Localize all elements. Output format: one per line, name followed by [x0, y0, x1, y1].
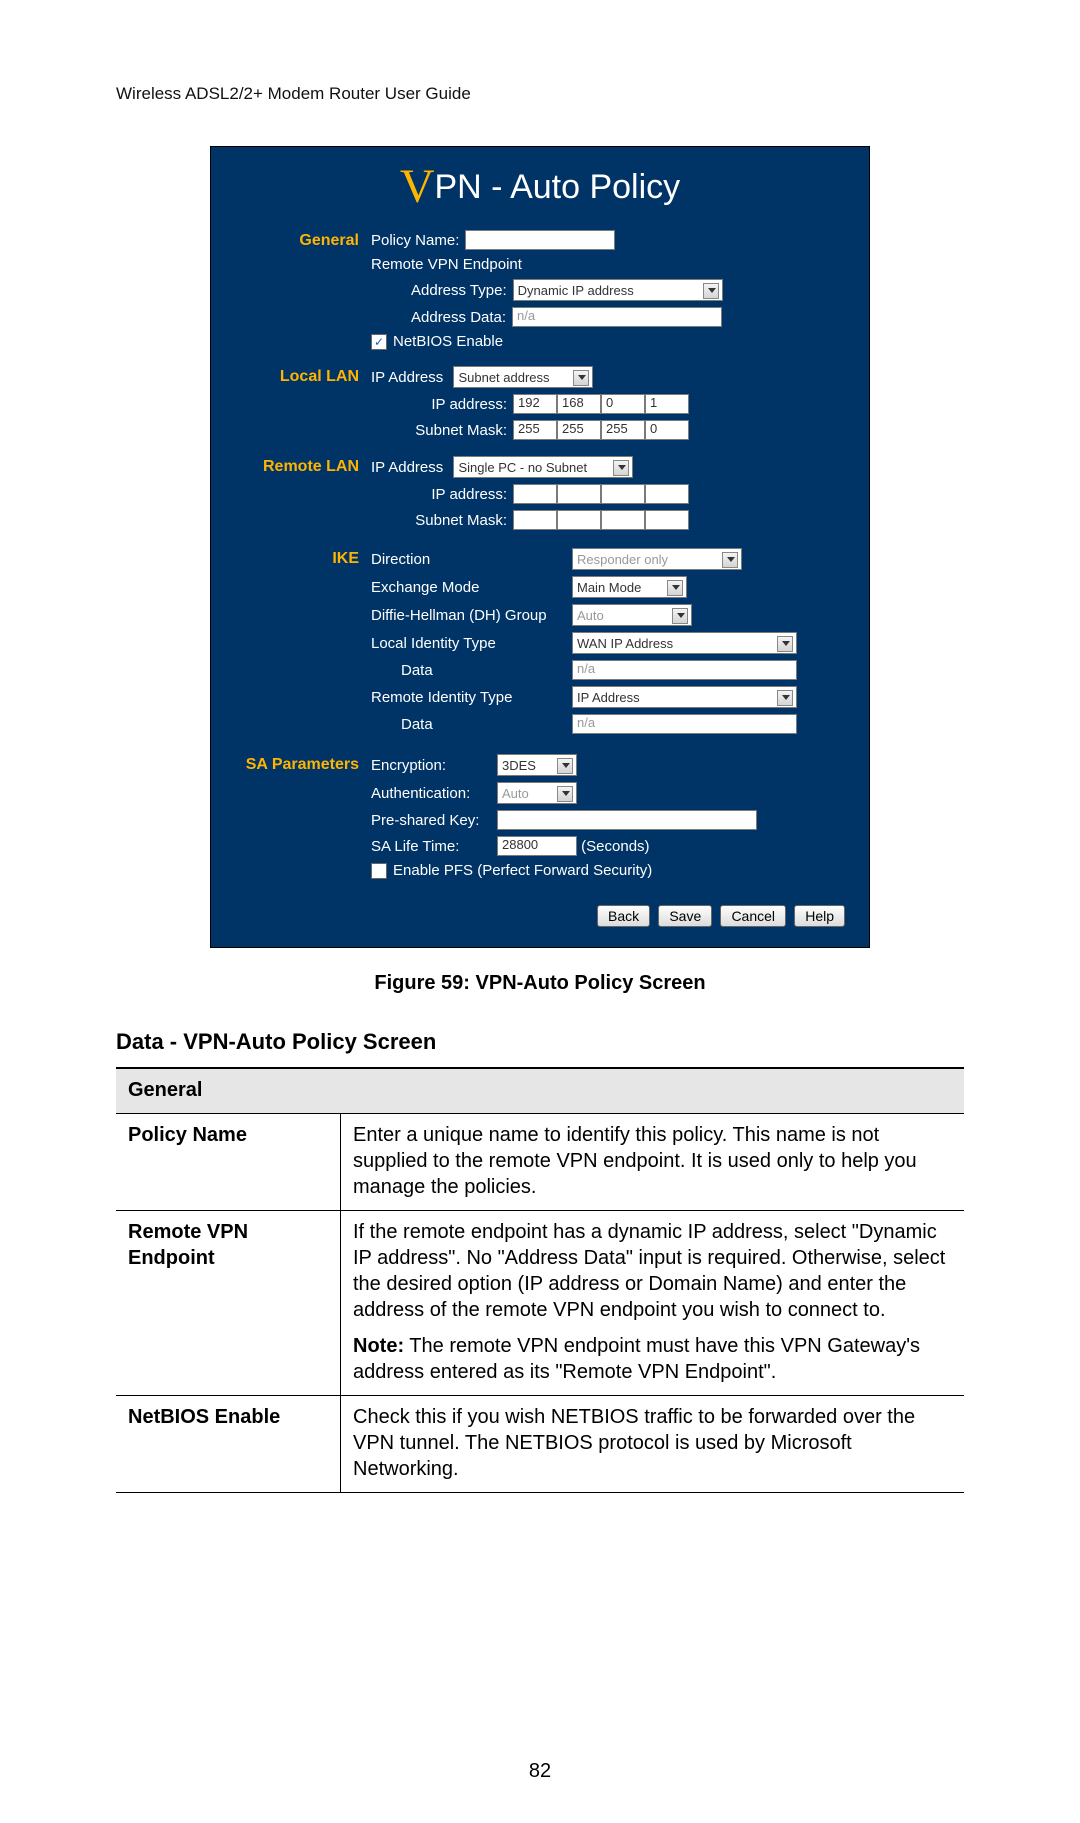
- sa-auth-label: Authentication:: [371, 785, 491, 802]
- local-lan-mask-label: Subnet Mask:: [411, 422, 507, 439]
- section-general-label: General: [229, 230, 371, 250]
- remote-lan-ipaddr-label: IP address:: [411, 486, 507, 503]
- local-mask-octet[interactable]: 255: [557, 420, 601, 440]
- sa-life-unit: (Seconds): [581, 838, 649, 855]
- screenshot-title: VPN - Auto Policy: [211, 147, 869, 230]
- local-lan-ipaddr-type-select[interactable]: Subnet address: [453, 366, 593, 388]
- local-lan-ipaddr-label: IP address:: [411, 396, 507, 413]
- ike-dh-select[interactable]: Auto: [572, 604, 692, 626]
- description-table: General Policy NameEnter a unique name t…: [116, 1067, 964, 1493]
- table-term: Policy Name: [116, 1114, 341, 1211]
- local-mask-octet[interactable]: 0: [645, 420, 689, 440]
- table-definition: If the remote endpoint has a dynamic IP …: [341, 1211, 965, 1396]
- remote-mask-octet[interactable]: [601, 510, 645, 530]
- sa-pfs-checkbox[interactable]: ✓: [371, 863, 387, 879]
- local-mask-octet[interactable]: 255: [601, 420, 645, 440]
- chevron-down-icon: [677, 613, 685, 618]
- chevron-down-icon: [562, 791, 570, 796]
- remote-ip-octet[interactable]: [601, 484, 645, 504]
- title-initial: V: [400, 160, 435, 213]
- address-data-label: Address Data:: [411, 309, 506, 326]
- save-button[interactable]: Save: [658, 905, 712, 927]
- local-ip-octet[interactable]: 168: [557, 394, 601, 414]
- sa-encryption-select[interactable]: 3DES: [497, 754, 577, 776]
- remote-ip-octet[interactable]: [513, 484, 557, 504]
- remote-mask-octet[interactable]: [513, 510, 557, 530]
- vpn-auto-policy-screenshot: VPN - Auto Policy General Policy Name: R…: [210, 146, 870, 948]
- sa-life-input[interactable]: 28800: [497, 836, 577, 856]
- remote-lan-ipaddr-type-label: IP Address: [371, 459, 443, 476]
- policy-name-label: Policy Name:: [371, 232, 459, 249]
- ike-remote-id-type-select[interactable]: IP Address: [572, 686, 797, 708]
- table-header-general: General: [116, 1068, 964, 1114]
- local-ip-octet[interactable]: 192: [513, 394, 557, 414]
- data-section-heading: Data - VPN-Auto Policy Screen: [116, 1029, 964, 1055]
- ike-dh-label: Diffie-Hellman (DH) Group: [371, 607, 566, 624]
- section-sa-label: SA Parameters: [229, 754, 371, 774]
- help-button[interactable]: Help: [794, 905, 845, 927]
- remote-mask-octet[interactable]: [645, 510, 689, 530]
- sa-psk-input[interactable]: [497, 810, 757, 830]
- sa-psk-label: Pre-shared Key:: [371, 812, 491, 829]
- ike-exchange-label: Exchange Mode: [371, 579, 566, 596]
- ike-local-id-type-select[interactable]: WAN IP Address: [572, 632, 797, 654]
- ike-direction-select[interactable]: Responder only: [572, 548, 742, 570]
- chevron-down-icon: [672, 585, 680, 590]
- chevron-down-icon: [618, 465, 626, 470]
- page-number: 82: [0, 1760, 1080, 1783]
- address-type-select[interactable]: Dynamic IP address: [513, 279, 723, 301]
- figure-caption: Figure 59: VPN-Auto Policy Screen: [116, 972, 964, 995]
- section-ike-label: IKE: [229, 548, 371, 568]
- policy-name-input[interactable]: [465, 230, 615, 250]
- chevron-down-icon: [782, 641, 790, 646]
- sa-life-label: SA Life Time:: [371, 838, 491, 855]
- title-rest: PN - Auto Policy: [435, 168, 681, 206]
- remote-mask-octet[interactable]: [557, 510, 601, 530]
- sa-pfs-label: Enable PFS (Perfect Forward Security): [393, 862, 652, 879]
- local-lan-ipaddr-type-label: IP Address: [371, 369, 443, 386]
- remote-lan-ipaddr-type-select[interactable]: Single PC - no Subnet: [453, 456, 633, 478]
- table-definition: Check this if you wish NETBIOS traffic t…: [341, 1396, 965, 1493]
- chevron-down-icon: [708, 288, 716, 293]
- section-remote-lan-label: Remote LAN: [229, 456, 371, 476]
- cancel-button[interactable]: Cancel: [720, 905, 786, 927]
- ike-local-id-data-label: Data: [371, 662, 566, 679]
- document-header: Wireless ADSL2/2+ Modem Router User Guid…: [116, 84, 964, 104]
- local-mask-octet[interactable]: 255: [513, 420, 557, 440]
- ike-local-id-data-input[interactable]: n/a: [572, 660, 797, 680]
- ike-remote-id-data-input[interactable]: n/a: [572, 714, 797, 734]
- table-definition: Enter a unique name to identify this pol…: [341, 1114, 965, 1211]
- chevron-down-icon: [727, 557, 735, 562]
- remote-ip-octet[interactable]: [557, 484, 601, 504]
- remote-vpn-endpoint-label: Remote VPN Endpoint: [371, 256, 522, 273]
- netbios-enable-label: NetBIOS Enable: [393, 333, 503, 350]
- ike-remote-id-type-label: Remote Identity Type: [371, 689, 566, 706]
- ike-direction-label: Direction: [371, 551, 566, 568]
- table-term: NetBIOS Enable: [116, 1396, 341, 1493]
- section-local-lan-label: Local LAN: [229, 366, 371, 386]
- address-data-input[interactable]: n/a: [512, 307, 722, 327]
- netbios-enable-checkbox[interactable]: ✓: [371, 334, 387, 350]
- table-term: Remote VPN Endpoint: [116, 1211, 341, 1396]
- ike-local-id-type-label: Local Identity Type: [371, 635, 566, 652]
- sa-auth-select[interactable]: Auto: [497, 782, 577, 804]
- back-button[interactable]: Back: [597, 905, 650, 927]
- chevron-down-icon: [578, 375, 586, 380]
- local-ip-octet[interactable]: 0: [601, 394, 645, 414]
- remote-ip-octet[interactable]: [645, 484, 689, 504]
- remote-lan-mask-label: Subnet Mask:: [411, 512, 507, 529]
- sa-encryption-label: Encryption:: [371, 757, 491, 774]
- ike-remote-id-data-label: Data: [371, 716, 566, 733]
- chevron-down-icon: [782, 695, 790, 700]
- chevron-down-icon: [562, 763, 570, 768]
- local-ip-octet[interactable]: 1: [645, 394, 689, 414]
- address-type-label: Address Type:: [411, 282, 507, 299]
- ike-exchange-select[interactable]: Main Mode: [572, 576, 687, 598]
